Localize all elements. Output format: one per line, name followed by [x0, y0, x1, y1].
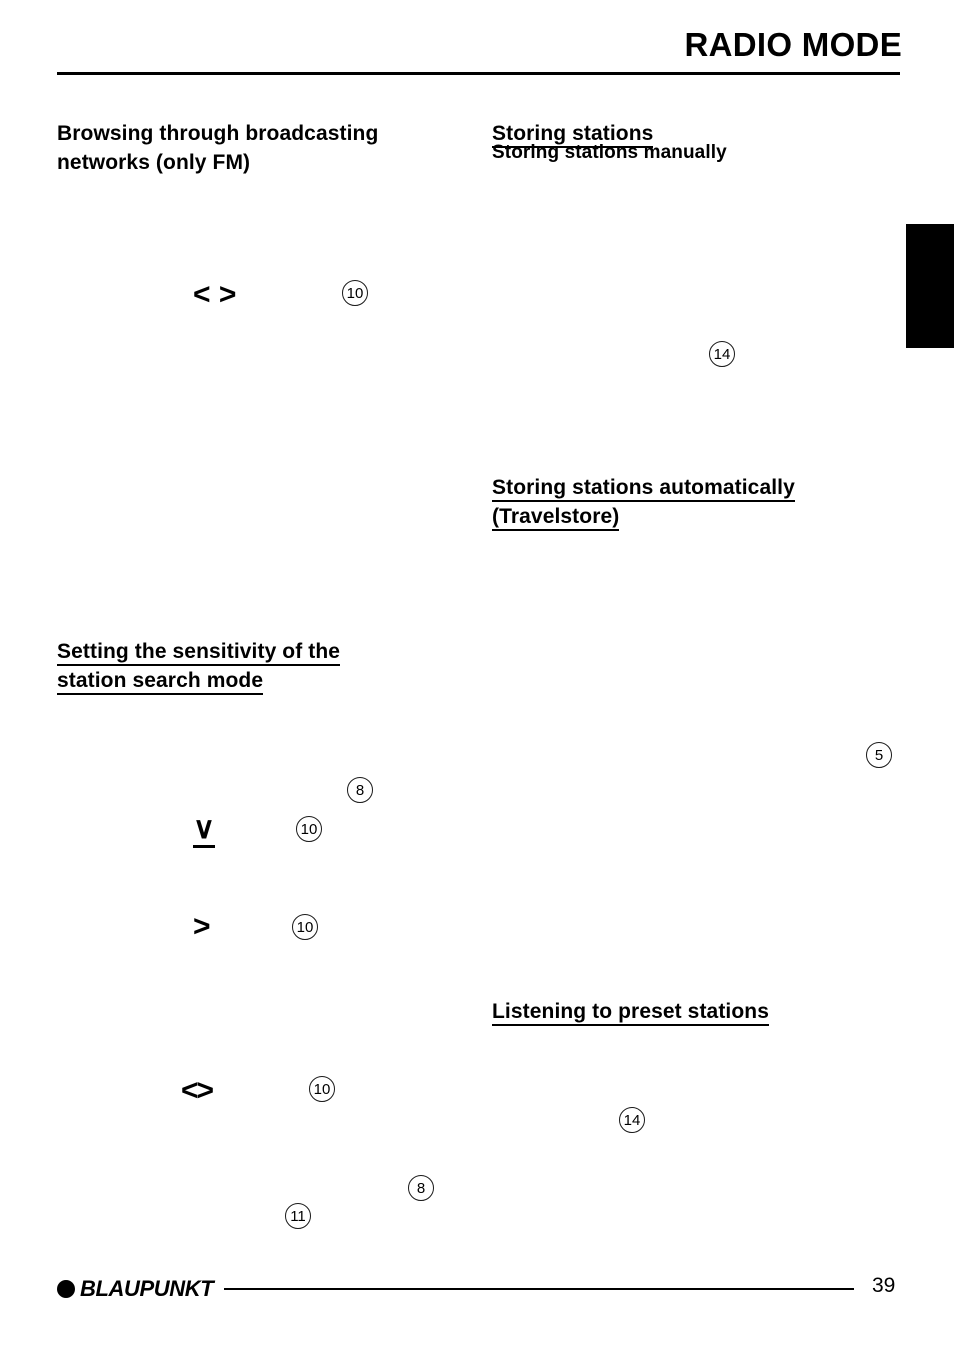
heading-setting-sensitivity-text: Setting the sensitivity of the station s…	[57, 640, 341, 695]
reference-marker-10-pair-label: 10	[313, 1080, 331, 1098]
reference-marker-8-upper-label: 8	[355, 781, 365, 799]
heading-listening-presets-text: Listening to preset stations	[492, 1000, 769, 1026]
reference-marker-14-manual: 14	[709, 341, 735, 367]
left-right-pair-icon: <>	[181, 1074, 214, 1107]
reference-marker-10: 10	[342, 280, 368, 306]
footer-divider	[224, 1288, 854, 1290]
reference-marker-5: 5	[866, 742, 892, 768]
reference-marker-10-sensitivity-label: 10	[300, 820, 318, 838]
left-column: Browsing through broadcasting networks (…	[57, 90, 467, 1240]
reference-marker-5-label: 5	[874, 746, 884, 764]
heading-storing-manually: Storing stations manually	[492, 140, 727, 166]
reference-marker-10-sensitivity: 10	[296, 816, 322, 842]
page-header-title: RADIO MODE	[684, 26, 902, 63]
heading-browsing-networks-text: Browsing through broadcasting networks (…	[57, 122, 379, 174]
heading-storing-automatically: Storing stations automatically (Travelst…	[492, 444, 795, 531]
page-number: 39	[872, 1274, 896, 1297]
right-chevron-icon: >	[193, 910, 211, 943]
section-margin-tab	[906, 224, 954, 348]
down-chevron-icon: ∨	[193, 814, 215, 848]
reference-marker-14-manual-label: 14	[713, 345, 731, 363]
heading-setting-sensitivity: Setting the sensitivity of the station s…	[57, 608, 341, 695]
reference-marker-14-presets: 14	[619, 1107, 645, 1133]
reference-marker-10-pair: 10	[309, 1076, 335, 1102]
reference-marker-8-lower: 8	[408, 1175, 434, 1201]
reference-marker-10-right-chevron: 10	[292, 914, 318, 940]
heading-storing-automatically-text: Storing stations automatically (Travelst…	[492, 476, 795, 531]
brand-name: BLAUPUNKT	[80, 1276, 214, 1301]
reference-marker-11: 11	[285, 1203, 311, 1229]
reference-marker-14-presets-label: 14	[623, 1111, 641, 1129]
reference-marker-10-label: 10	[346, 284, 364, 302]
reference-marker-11-label: 11	[290, 1207, 306, 1225]
right-column: Storing stations Storing stations manual…	[492, 90, 902, 1240]
page-footer: BLAUPUNKT 39	[0, 1274, 954, 1318]
manual-page: RADIO MODE Browsing through broadcasting…	[0, 0, 954, 1349]
left-right-arrows-icon: < >	[193, 278, 237, 311]
heading-storing-manually-text: Storing stations manually	[492, 142, 727, 163]
reference-marker-8-lower-label: 8	[416, 1179, 426, 1197]
heading-browsing-networks: Browsing through broadcasting networks (…	[57, 90, 378, 177]
reference-marker-10-right-chevron-label: 10	[296, 918, 314, 936]
heading-listening-presets: Listening to preset stations	[492, 968, 769, 1026]
header-divider	[57, 72, 900, 75]
reference-marker-8-upper: 8	[347, 777, 373, 803]
brand-logo: BLAUPUNKT	[57, 1276, 214, 1301]
brand-dot-icon	[57, 1280, 75, 1298]
